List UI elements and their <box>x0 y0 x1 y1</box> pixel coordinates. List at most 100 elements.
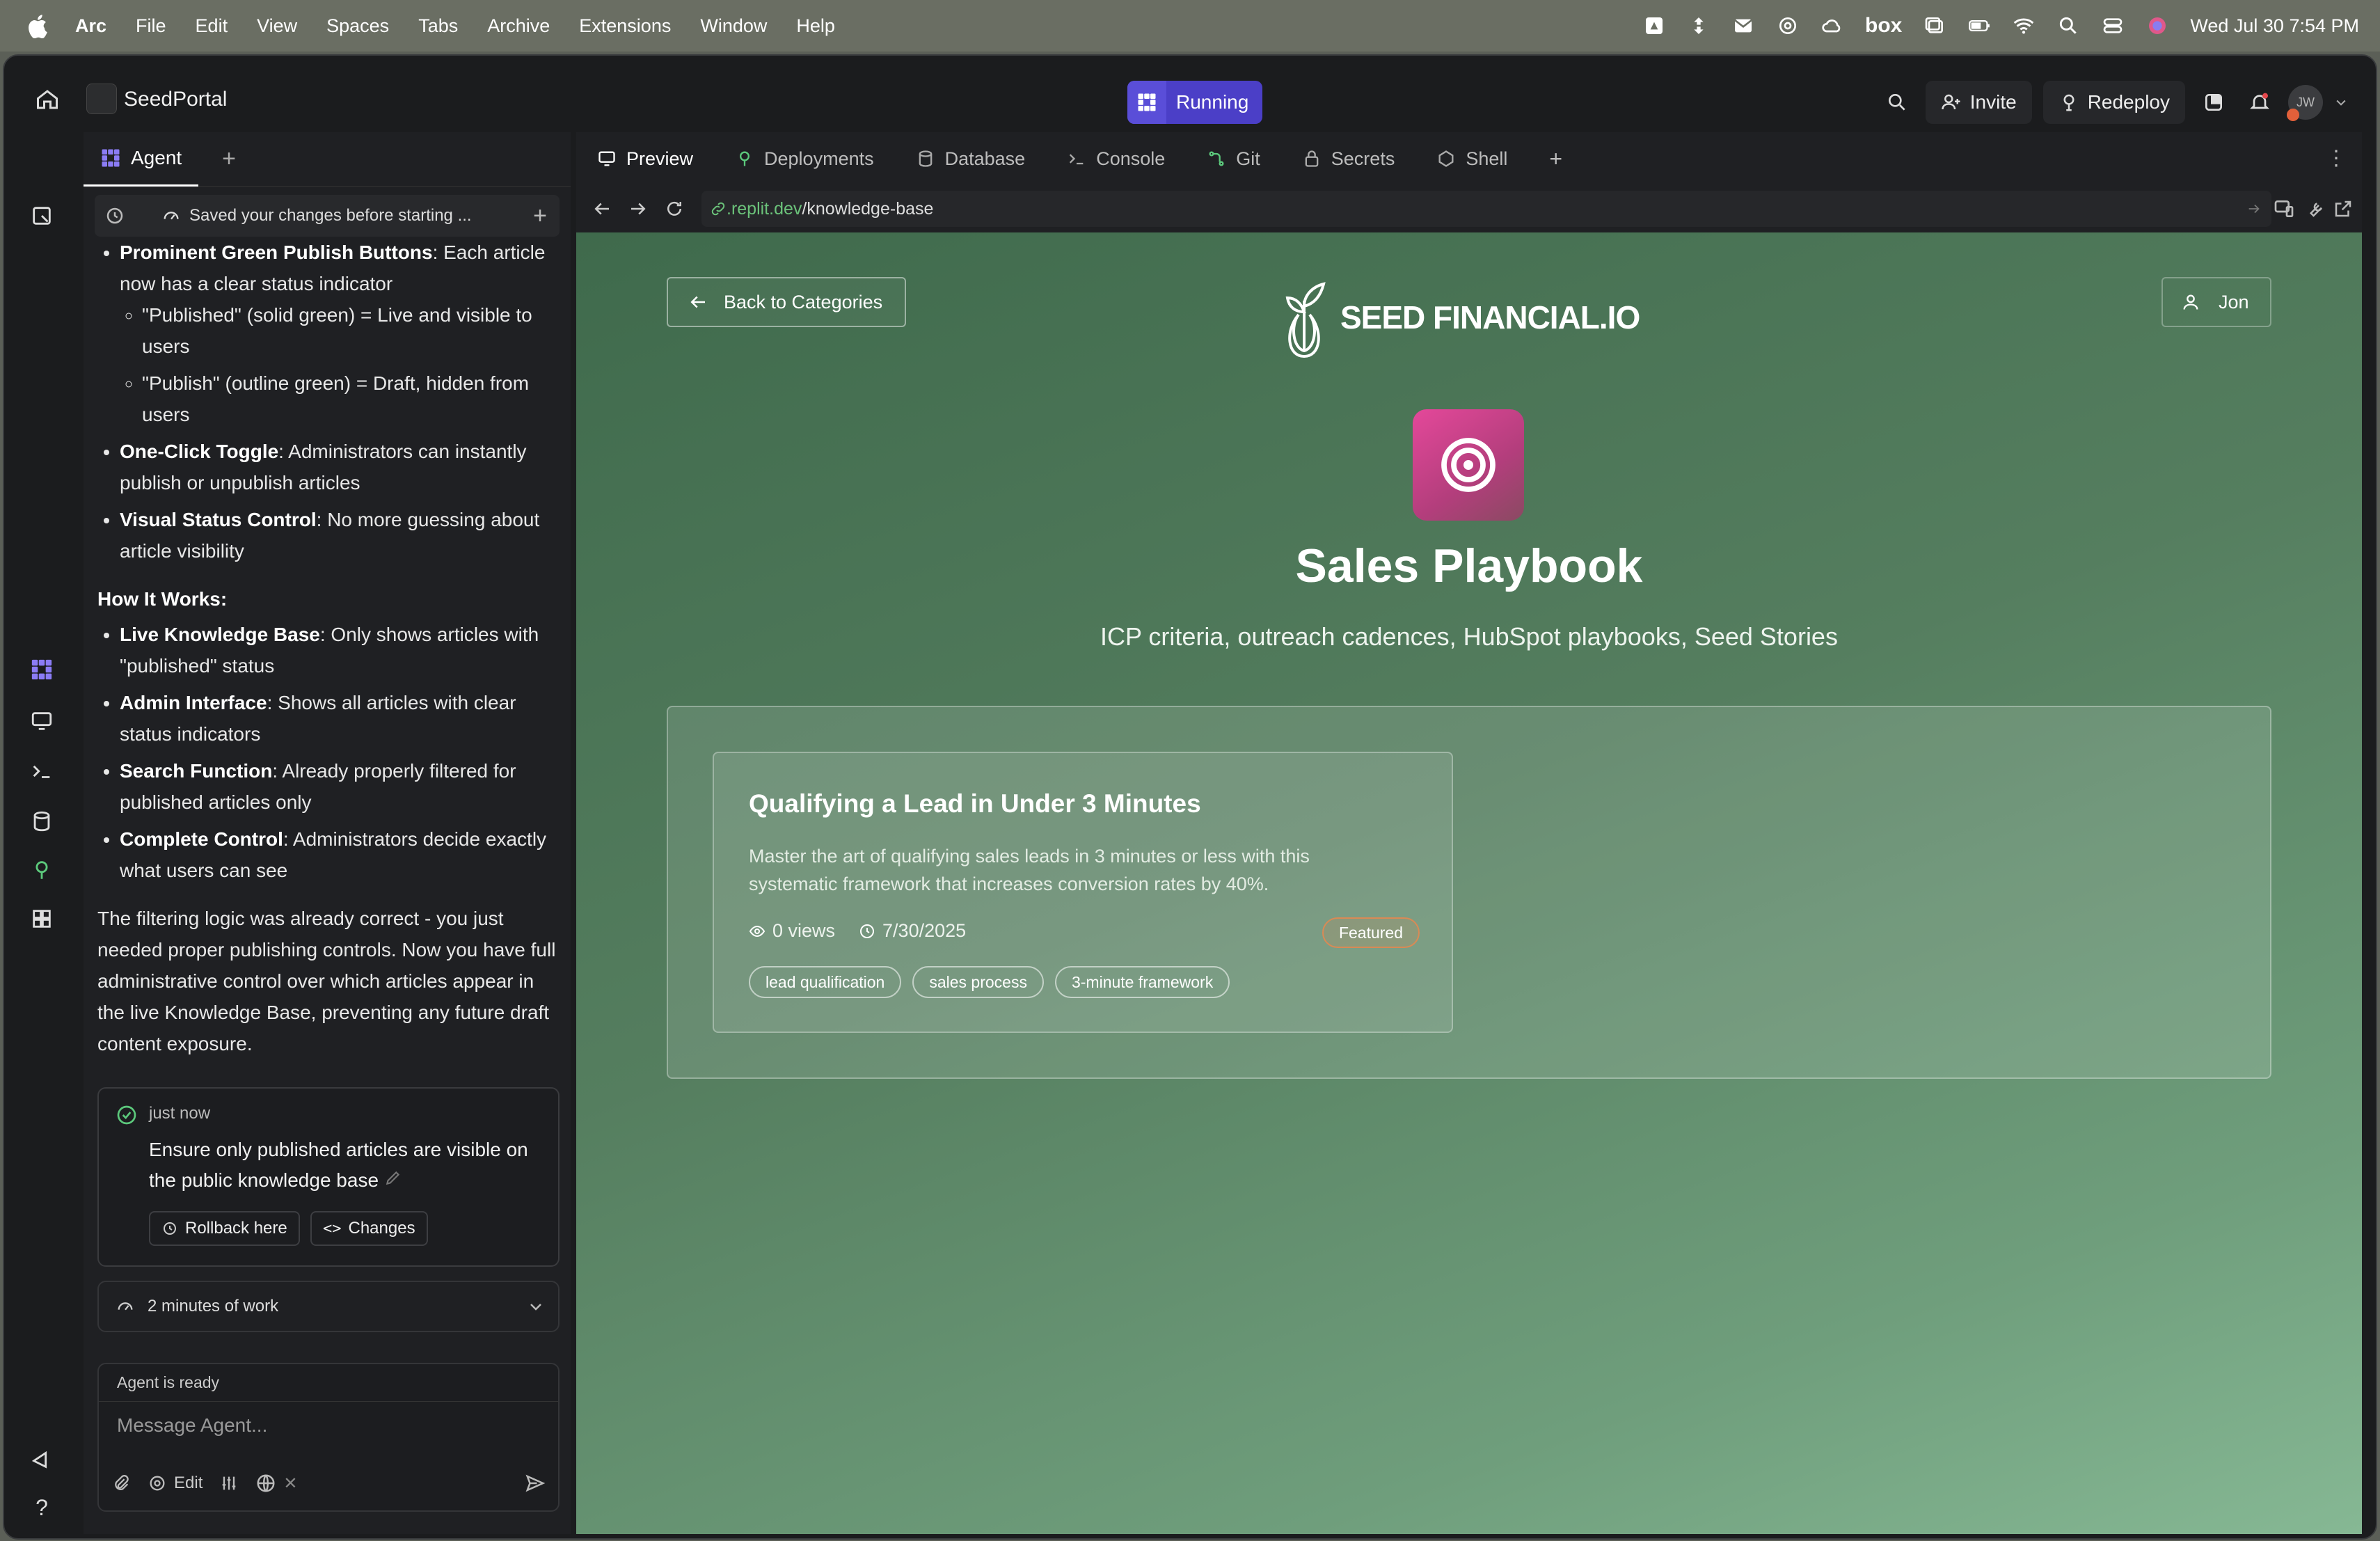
menu-help[interactable]: Help <box>796 15 835 37</box>
send-icon[interactable] <box>525 1473 546 1494</box>
sliders-icon[interactable] <box>219 1473 239 1493</box>
file-tree-icon[interactable] <box>25 199 58 232</box>
device-preview-icon[interactable] <box>2273 198 2295 220</box>
history-icon[interactable] <box>104 205 125 226</box>
tab-preview[interactable]: Preview <box>576 132 714 185</box>
mail-icon[interactable] <box>1731 15 1755 36</box>
database-rail-icon[interactable] <box>25 805 58 838</box>
user-menu-button[interactable]: Jon <box>2161 277 2271 327</box>
changes-button[interactable]: <> Changes <box>310 1211 428 1246</box>
back-arrow-icon[interactable] <box>592 198 612 219</box>
list-item-bold: Search Function <box>120 760 273 782</box>
panel-splitter[interactable] <box>571 132 576 1534</box>
devtools-wrench-icon[interactable] <box>2305 198 2326 219</box>
search-icon[interactable] <box>1880 81 1914 124</box>
menu-edit[interactable]: Edit <box>196 15 228 37</box>
new-tab-plus-icon[interactable]: + <box>222 145 236 173</box>
menu-file[interactable]: File <box>136 15 166 37</box>
forward-arrow-icon[interactable] <box>628 198 649 219</box>
brand-logo[interactable]: SEED FINANCIAL.IO <box>1279 276 1640 359</box>
tab-git-label: Git <box>1236 148 1260 169</box>
spotlight-search-icon[interactable] <box>2056 15 2080 36</box>
menu-window[interactable]: Window <box>700 15 767 37</box>
replit-logo-icon <box>1127 81 1166 124</box>
chevron-down-icon[interactable] <box>527 1298 544 1315</box>
message-input[interactable]: Message Agent... <box>117 1414 267 1437</box>
menu-tabs[interactable]: Tabs <box>418 15 458 37</box>
preview-rail-icon[interactable] <box>25 704 58 738</box>
invite-button[interactable]: Invite <box>1925 81 2032 124</box>
menu-view[interactable]: View <box>257 15 297 37</box>
go-arrow-icon[interactable] <box>2246 201 2262 216</box>
agent-status: Agent is ready <box>99 1364 558 1402</box>
feedback-icon[interactable] <box>25 1442 58 1476</box>
target-icon <box>150 1476 165 1491</box>
new-chat-plus-icon[interactable]: + <box>533 203 547 230</box>
edit-mode-button[interactable]: Edit <box>148 1473 203 1493</box>
tag-chip[interactable]: sales process <box>912 966 1044 998</box>
avatar[interactable]: JW <box>2287 85 2323 121</box>
close-icon[interactable]: ✕ <box>283 1473 297 1494</box>
deployments-rail-icon[interactable] <box>25 853 58 887</box>
tab-console-label: Console <box>1096 148 1166 169</box>
menu-spaces[interactable]: Spaces <box>326 15 389 37</box>
all-tools-icon[interactable] <box>25 902 58 935</box>
tab-git[interactable]: Git <box>1186 132 1281 185</box>
project-logo-icon[interactable] <box>86 84 117 114</box>
article-views: 0 views <box>749 920 835 942</box>
apple-icon[interactable] <box>26 13 51 38</box>
tab-secrets[interactable]: Secrets <box>1281 132 1416 185</box>
battery-icon[interactable] <box>1967 15 1991 36</box>
box-icon[interactable]: box <box>1865 14 1902 38</box>
clock-icon <box>860 924 875 938</box>
pencil-icon[interactable] <box>384 1169 402 1187</box>
deploy-window-icon[interactable] <box>2196 81 2231 124</box>
project-name[interactable]: SeedPortal <box>124 88 227 111</box>
menu-app-name[interactable]: Arc <box>75 15 106 37</box>
article-title[interactable]: Qualifying a Lead in Under 3 Minutes <box>749 789 1201 819</box>
open-external-icon[interactable] <box>2333 198 2354 219</box>
windows-icon[interactable] <box>1923 15 1946 36</box>
run-status-button[interactable]: Running <box>1127 81 1262 124</box>
notifications-bell-icon[interactable] <box>2242 81 2277 124</box>
user-name: Jon <box>2219 291 2249 313</box>
siri-icon[interactable] <box>2145 15 2169 36</box>
tag-chip[interactable]: lead qualification <box>749 966 902 998</box>
sub-list: "Published" (solid green) = Live and vis… <box>120 299 557 430</box>
menubar-clock[interactable]: Wed Jul 30 7:54 PM <box>2190 15 2359 37</box>
wifi-icon[interactable] <box>2012 15 2036 36</box>
back-to-categories-button[interactable]: Back to Categories <box>667 277 906 327</box>
rollback-button[interactable]: Rollback here <box>149 1211 300 1246</box>
history-note[interactable]: Saved your changes before starting ... <box>189 206 472 226</box>
article-card[interactable]: Qualifying a Lead in Under 3 Minutes Mas… <box>713 752 1453 1033</box>
chevron-down-icon[interactable] <box>2334 95 2348 109</box>
globe-icon[interactable] <box>255 1473 276 1494</box>
menu-archive[interactable]: Archive <box>487 15 550 37</box>
deploy-icon <box>740 151 750 166</box>
tab-agent[interactable]: Agent <box>84 132 199 187</box>
drive-icon[interactable] <box>1642 15 1666 36</box>
tab-console[interactable]: Console <box>1046 132 1186 185</box>
help-icon[interactable]: ? <box>25 1491 58 1524</box>
work-summary-row[interactable]: 2 minutes of work <box>97 1281 560 1332</box>
add-tab-plus-icon[interactable]: + <box>1528 132 1583 185</box>
cloud-icon[interactable] <box>1820 15 1844 36</box>
tab-deployments[interactable]: Deployments <box>714 132 895 185</box>
agent-rail-icon[interactable] <box>25 653 58 686</box>
feature-list: Prominent Green Publish Buttons: Each ar… <box>97 237 557 567</box>
tab-shell[interactable]: Shell <box>1415 132 1528 185</box>
more-options-icon[interactable]: ⋮ <box>2326 146 2347 171</box>
redeploy-button[interactable]: Redeploy <box>2042 81 2185 124</box>
control-center-icon[interactable] <box>2101 15 2125 36</box>
tab-database[interactable]: Database <box>895 132 1047 185</box>
tag-chip[interactable]: 3-minute framework <box>1054 966 1230 998</box>
url-field[interactable]: .replit.dev/knowledge-base <box>701 191 2271 227</box>
menu-extensions[interactable]: Extensions <box>579 15 671 37</box>
attach-icon[interactable] <box>111 1473 131 1493</box>
tab-deployments-label: Deployments <box>764 148 874 169</box>
console-rail-icon[interactable] <box>25 754 58 788</box>
openai-icon[interactable] <box>1776 15 1800 36</box>
sync-icon[interactable] <box>1687 15 1711 36</box>
home-icon[interactable] <box>35 87 60 112</box>
reload-icon[interactable] <box>664 198 685 219</box>
